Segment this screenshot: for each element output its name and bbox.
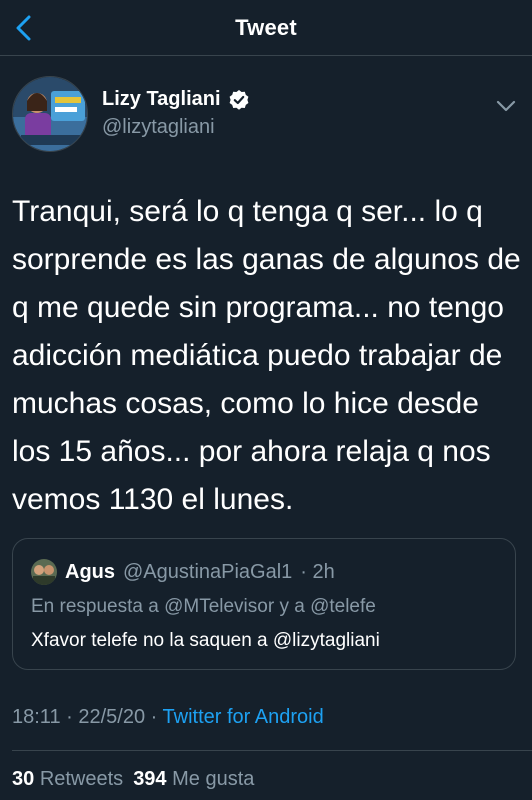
likes-stat[interactable]: 394 Me gusta <box>133 768 254 791</box>
tweet-meta: 18:11 · 22/5/20 · Twitter for Android <box>12 706 324 729</box>
quoted-tweet[interactable]: Agus @AgustinaPiaGal1 · 2h En respuesta … <box>12 538 516 670</box>
quoted-tweet-header: Agus @AgustinaPiaGal1 · 2h <box>31 559 335 585</box>
quoted-author-handle: @AgustinaPiaGal1 <box>123 560 293 583</box>
quoted-tweet-text: Xfavor telefe no la saquen a @lizytaglia… <box>31 630 380 651</box>
chevron-down-icon[interactable] <box>494 94 518 118</box>
likes-label: Me gusta <box>172 768 255 790</box>
quoted-timestamp: · 2h <box>300 560 335 583</box>
quoted-reply-context: En respuesta a @MTelevisor y a @telefe <box>31 596 376 617</box>
author-name-row: Lizy Tagliani <box>102 88 250 111</box>
retweets-stat[interactable]: 30 Retweets <box>12 768 123 791</box>
tweet-source-link[interactable]: Twitter for Android <box>163 706 324 728</box>
verified-badge-icon <box>229 89 248 110</box>
tweet-stats: 30 Retweets 394 Me gusta <box>12 768 254 791</box>
tweet-date: · 22/5/20 · <box>66 706 158 728</box>
tweet-time: 18:11 <box>12 706 61 728</box>
tweet-author: Lizy Tagliani @lizytagliani <box>12 76 522 156</box>
author-display-name[interactable]: Lizy Tagliani <box>102 88 221 111</box>
chevron-left-icon <box>16 15 31 41</box>
divider <box>12 750 532 751</box>
page-title: Tweet <box>235 14 297 40</box>
author-handle[interactable]: @lizytagliani <box>102 116 215 139</box>
quoted-avatar <box>31 559 57 585</box>
quoted-author-name: Agus <box>65 560 115 583</box>
top-bar: Tweet <box>0 0 532 56</box>
back-button[interactable] <box>6 10 42 46</box>
likes-count: 394 <box>133 768 167 790</box>
avatar[interactable] <box>12 76 88 152</box>
retweets-count: 30 <box>12 768 35 790</box>
retweets-label: Retweets <box>39 768 124 790</box>
tweet-text: Tranqui, será lo q tenga q ser... lo q s… <box>12 195 521 516</box>
